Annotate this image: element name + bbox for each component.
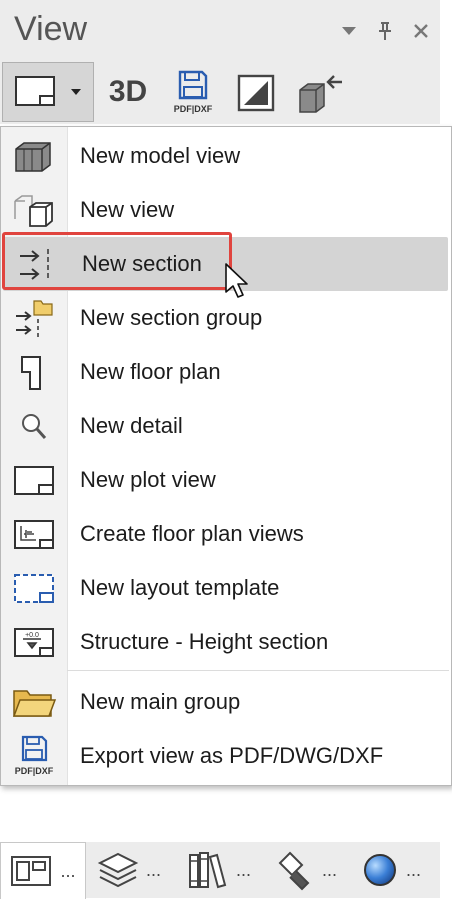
menu-item-new-plot-view[interactable]: New plot view — [1, 453, 451, 507]
pin-icon[interactable] — [372, 18, 398, 44]
menu-item-label: New model view — [80, 143, 241, 168]
close-icon[interactable] — [408, 18, 434, 44]
bottom-tab-bar: ... ... ... ... ... — [0, 842, 440, 899]
tab-dots: ... — [60, 860, 76, 881]
menu-item-create-floor-plan-views[interactable]: Create floor plan views — [1, 507, 451, 561]
menu-item-new-view[interactable]: New view — [1, 183, 451, 237]
magnifier-icon — [9, 407, 59, 447]
menu-item-label: New plot view — [80, 467, 216, 492]
3d-button[interactable]: 3D — [104, 70, 152, 114]
elevation-icon — [237, 74, 275, 112]
pdf-dxf-caption: PDF|DXF — [174, 104, 213, 114]
menu-item-new-floor-plan[interactable]: New floor plan — [1, 345, 451, 399]
globe-icon — [364, 854, 396, 886]
chevron-down-icon — [71, 89, 81, 95]
menu-item-structure-height-section[interactable]: +0.0 Structure - Height section — [1, 615, 451, 669]
menu-separator — [67, 670, 449, 671]
menu-item-label: New main group — [80, 689, 241, 714]
plot-view-icon — [15, 76, 55, 106]
floor-plan-views-icon — [9, 515, 59, 555]
menu-item-label: Create floor plan views — [80, 521, 304, 546]
menu-item-label: New floor plan — [80, 359, 221, 384]
export-pdf-icon: PDF|DXF — [9, 735, 59, 777]
plot-view-icon — [9, 461, 59, 501]
view-icon — [9, 191, 59, 231]
export-pdf-button[interactable]: PDF|DXF — [166, 68, 220, 118]
elevation-button[interactable] — [232, 70, 280, 116]
layers-icon — [97, 852, 139, 888]
panel-title: View — [14, 10, 88, 48]
menu-item-export-view[interactable]: PDF|DXF Export view as PDF/DWG/DXF — [1, 729, 451, 783]
import-view-button[interactable] — [294, 70, 346, 116]
tab-dots: ... — [236, 859, 252, 880]
tab-dots: ... — [406, 859, 422, 880]
export-pdf-icon: PDF|DXF — [174, 70, 213, 114]
mouse-cursor-icon — [224, 262, 250, 305]
model-view-icon — [9, 137, 59, 177]
folder-icon — [9, 683, 59, 723]
section-group-icon — [9, 299, 59, 339]
menu-item-label: New layout template — [80, 575, 280, 600]
tab-layers[interactable]: ... — [96, 842, 176, 898]
plot-view-dropdown-button[interactable] — [2, 62, 94, 122]
menu-item-label: New view — [80, 197, 175, 222]
import-view-icon — [299, 75, 342, 113]
tab-dots: ... — [322, 859, 338, 880]
pdf-dxf-caption: PDF|DXF — [15, 766, 54, 776]
layout-template-icon — [9, 569, 59, 609]
view-dropdown-menu: New model view New view New section New … — [0, 126, 452, 786]
tab-globe[interactable]: ... — [360, 842, 440, 898]
menu-item-new-layout-template[interactable]: New layout template — [1, 561, 451, 615]
panel-titlebar: View — [0, 0, 440, 62]
menu-item-new-model-view[interactable]: New model view — [1, 129, 451, 183]
height-section-icon: +0.0 — [9, 623, 59, 663]
tab-views[interactable]: ... — [0, 842, 86, 899]
menu-item-new-main-group[interactable]: New main group — [1, 675, 451, 729]
floor-plan-icon — [9, 353, 59, 393]
tab-library[interactable]: ... — [186, 842, 266, 898]
tab-dots: ... — [146, 859, 162, 880]
dropdown-arrow-icon[interactable] — [336, 18, 362, 44]
menu-item-label: Structure - Height section — [80, 629, 329, 654]
highlight-annotation-box — [2, 232, 232, 290]
svg-text:+0.0: +0.0 — [25, 632, 39, 639]
menu-item-label: Export view as PDF/DWG/DXF — [80, 743, 384, 768]
menu-item-label: New detail — [80, 413, 183, 438]
view-toolbar: 3D PDF|DXF — [0, 62, 440, 124]
library-icon — [189, 852, 227, 889]
menu-item-new-detail[interactable]: New detail — [1, 399, 451, 453]
views-panel-icon — [11, 856, 52, 886]
tab-objects[interactable]: ... — [272, 842, 352, 898]
objects-icon — [278, 851, 310, 891]
